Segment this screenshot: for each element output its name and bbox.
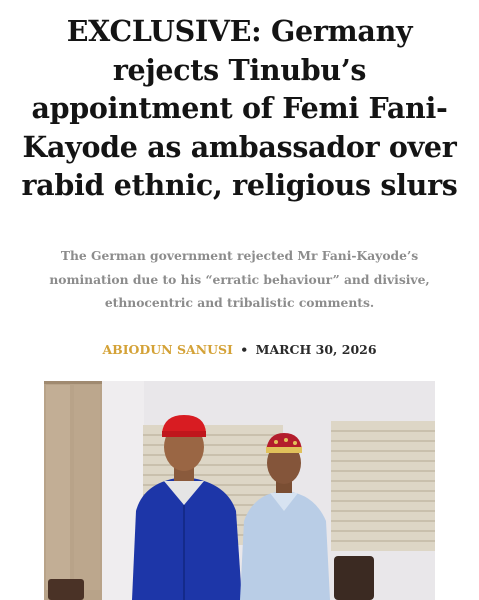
article-headline: EXCLUSIVE: Germany rejects Tinubu’s appo… [21,14,458,202]
article-photo[interactable] [44,381,435,600]
publish-date: MARCH 30, 2026 [255,342,377,357]
byline: ABIODUN SANUSI • MARCH 30, 2026 [0,341,479,359]
news-article: EXCLUSIVE: Germany rejects Tinubu’s appo… [0,0,479,600]
article-summary: The German government rejected Mr Fani-K… [49,248,430,310]
byline-separator: • [240,342,249,357]
author-name[interactable]: ABIODUN SANUSI [102,342,232,357]
